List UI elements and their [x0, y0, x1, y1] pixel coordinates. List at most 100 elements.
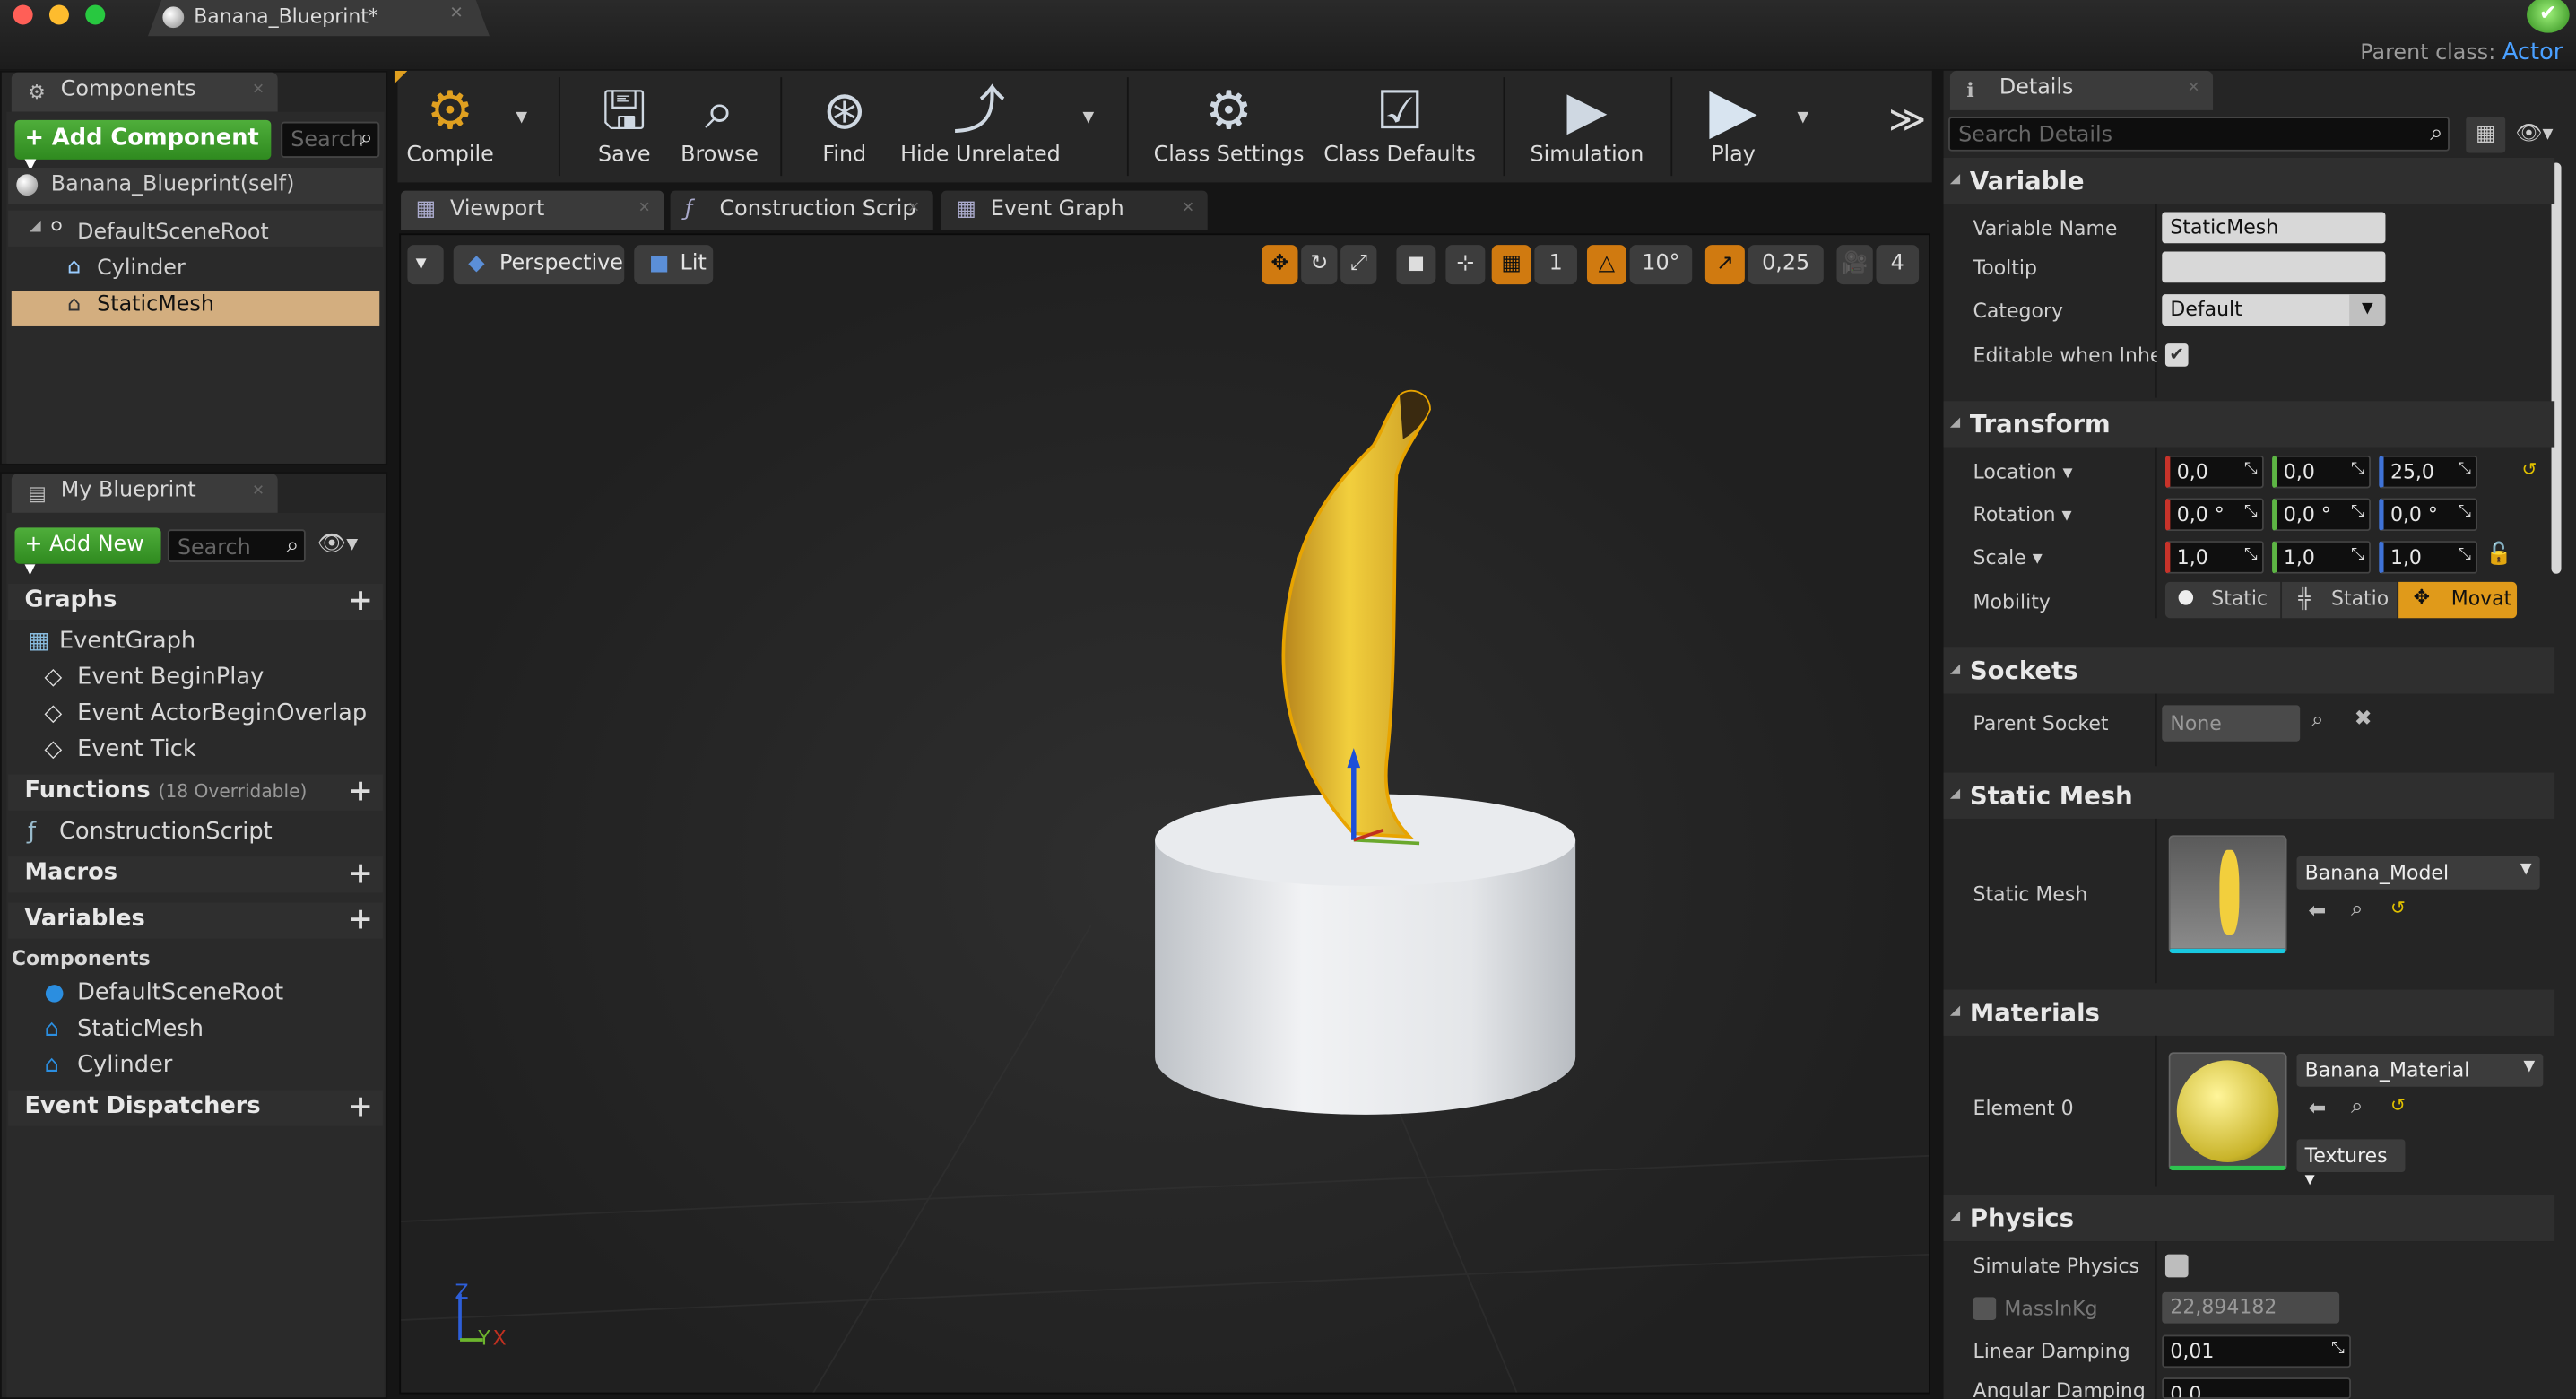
tree-item-cylinder[interactable]: Cylinder [97, 256, 186, 281]
browse-search-icon[interactable]: ⌕ [2351, 898, 2363, 922]
close-tab-icon[interactable]: ✕ [907, 201, 920, 217]
maximize-window-button[interactable] [85, 4, 106, 25]
mobility-movable-option[interactable]: ✥ Movat [2398, 581, 2518, 619]
var-static-mesh[interactable]: StaticMesh [77, 1016, 204, 1042]
simulation-button[interactable]: ▶ Simulation [1522, 71, 1653, 183]
hide-unrelated-options-arrow-icon[interactable]: ▼ [1082, 110, 1094, 126]
location-label[interactable]: Location ▾ [1973, 460, 2073, 483]
add-new-button[interactable]: + Add New ▾ [14, 527, 161, 582]
event-graph-item[interactable]: EventGraph [59, 628, 195, 654]
rotation-z-field[interactable]: 0,0 ° ⤡ [2379, 498, 2478, 532]
save-button[interactable]: 🖫 Save [585, 71, 664, 183]
components-tab[interactable]: ⚙ Components ✕ [11, 72, 278, 112]
parent-class-link[interactable]: Actor [2502, 39, 2563, 65]
close-window-button[interactable] [13, 4, 33, 25]
browse-search-icon[interactable]: ⌕ [2311, 708, 2323, 733]
close-tab-icon[interactable]: ✕ [449, 4, 463, 22]
material-select[interactable]: Banana_Material ▼ [2296, 1054, 2544, 1087]
static-mesh-select[interactable]: Banana_Model ▼ [2296, 856, 2540, 890]
scale-mode-icon[interactable]: ⤢ [1340, 245, 1377, 285]
components-search-input[interactable]: Search ⌕ [281, 121, 380, 158]
event-dispatchers-section[interactable]: Event Dispatchers + [8, 1090, 383, 1126]
viewport[interactable]: Z Y X ▾ ◆ Perspective ■ Lit ✥ ↻ ⤢ ◼ ⊹ ▦ … [399, 233, 1930, 1395]
find-button[interactable]: ⊛ Find [805, 71, 884, 183]
event-begin-play[interactable]: Event BeginPlay [77, 665, 264, 691]
play-button[interactable]: ▶ Play [1682, 71, 1784, 183]
event-actor-begin-overlap[interactable]: Event ActorBeginOverlap [77, 700, 367, 726]
my-blueprint-tab[interactable]: ▤ My Blueprint ✕ [11, 473, 278, 513]
surface-snap-icon[interactable]: ⊹ [1445, 245, 1486, 285]
scale-z-field[interactable]: 1,0 ⤡ [2379, 541, 2478, 574]
static-mesh-thumbnail[interactable] [2168, 835, 2287, 954]
mass-override-checkbox[interactable] [1973, 1297, 1997, 1321]
add-dispatcher-icon[interactable]: + [348, 1090, 373, 1124]
variables-section[interactable]: Variables + [8, 902, 383, 939]
editable-when-inherited-checkbox[interactable]: ✔ [2164, 343, 2189, 367]
perspective-button[interactable]: ◆ Perspective [453, 245, 625, 285]
reset-to-default-icon[interactable]: ↺ [2390, 1095, 2406, 1117]
scale-label[interactable]: Scale ▾ [1973, 546, 2043, 569]
camera-speed-icon[interactable]: 🎥 [1836, 245, 1873, 285]
transform-section[interactable]: Transform [1943, 401, 2555, 448]
static-mesh-section[interactable]: Static Mesh [1943, 772, 2555, 819]
grid-snap-value[interactable]: 1 [1534, 245, 1577, 285]
hide-unrelated-button[interactable]: ⤴ Hide Unrelated [900, 71, 1061, 183]
property-matrix-icon[interactable]: ▦ [2466, 117, 2506, 153]
event-tick[interactable]: Event Tick [77, 736, 196, 762]
camera-speed-value[interactable]: 4 [1876, 245, 1920, 285]
reset-to-default-icon[interactable]: ↺ [2522, 458, 2537, 480]
tree-item-static-mesh[interactable]: StaticMesh [97, 292, 214, 317]
minimize-window-button[interactable] [48, 4, 69, 25]
translate-mode-icon[interactable]: ✥ [1262, 245, 1298, 285]
mobility-stationary-option[interactable]: ╬ Statio [2282, 581, 2398, 619]
rotation-y-field[interactable]: 0,0 ° ⤡ [2272, 498, 2371, 532]
linear-damping-field[interactable]: 0,01 ⤡ [2162, 1334, 2351, 1369]
var-cylinder[interactable]: Cylinder [77, 1052, 172, 1078]
grid-snap-icon[interactable]: ▦ [1491, 245, 1531, 285]
banana-mesh[interactable] [1281, 389, 1431, 839]
visibility-eye-icon[interactable]: 👁▾ [317, 531, 358, 557]
details-search-input[interactable]: Search Details ⌕ [1948, 117, 2450, 152]
location-z-field[interactable]: 25,0 ⤡ [2379, 455, 2478, 489]
document-tab[interactable]: Banana_Blueprint* ✕ [147, 0, 490, 37]
variable-section[interactable]: Variable [1943, 157, 2555, 204]
blueprint-search-input[interactable]: Search ⌕ [167, 529, 306, 562]
use-selected-arrow-icon[interactable]: ⬅ [2308, 1097, 2326, 1121]
tab-construction-script[interactable]: ƒ Construction Scrip ✕ [670, 190, 933, 230]
macros-section[interactable]: Macros + [8, 856, 383, 893]
details-scrollbar[interactable] [2551, 162, 2562, 574]
scale-snap-icon[interactable]: ↗ [1704, 245, 1745, 285]
graphs-section[interactable]: Graphs + [8, 583, 383, 621]
expand-arrow-icon[interactable]: ◢ [30, 219, 41, 235]
construction-script-item[interactable]: ConstructionScript [59, 819, 273, 845]
components-subheader[interactable]: Components [12, 947, 151, 970]
rotate-mode-icon[interactable]: ↻ [1301, 245, 1338, 285]
reset-to-default-icon[interactable]: ↺ [2390, 898, 2406, 919]
viewport-options-button[interactable]: ▾ [407, 245, 444, 285]
close-tab-icon[interactable]: ✕ [252, 483, 265, 500]
lit-button[interactable]: ■ Lit [634, 245, 714, 285]
rotation-x-field[interactable]: 0,0 ° ⤡ [2164, 498, 2264, 532]
browse-button[interactable]: ⌕ Browse [673, 71, 766, 183]
category-select[interactable]: Default ▼ [2162, 294, 2386, 326]
rotation-snap-value[interactable]: 10° [1629, 245, 1693, 285]
tab-event-graph[interactable]: ▦ Event Graph ✕ [941, 190, 1208, 230]
close-tab-icon[interactable]: ✕ [1182, 201, 1194, 217]
rotation-label[interactable]: Rotation ▾ [1973, 503, 2072, 526]
add-function-icon[interactable]: + [348, 774, 373, 808]
visibility-eye-icon[interactable]: 👁▾ [2515, 122, 2553, 146]
world-local-icon[interactable]: ◼ [1396, 245, 1436, 285]
toolbar-overflow-button[interactable]: ≫ [1883, 71, 1932, 183]
scale-snap-value[interactable]: 0,25 [1748, 245, 1824, 285]
textures-dropdown[interactable]: Textures ▾ [2296, 1139, 2406, 1190]
var-default-scene-root[interactable]: DefaultSceneRoot [77, 980, 283, 1006]
scale-y-field[interactable]: 1,0 ⤡ [2272, 541, 2371, 574]
add-graph-icon[interactable]: + [348, 584, 373, 618]
sockets-section[interactable]: Sockets [1943, 647, 2555, 694]
compile-button[interactable]: ⚙ Compile [404, 71, 497, 183]
lock-icon[interactable]: 🔓 [2485, 543, 2512, 567]
clear-x-icon[interactable]: ✖ [2355, 707, 2372, 731]
physics-section[interactable]: Physics [1943, 1195, 2555, 1242]
mobility-static-option[interactable]: Static [2164, 581, 2281, 619]
class-settings-button[interactable]: ⚙ Class Settings [1150, 71, 1308, 183]
